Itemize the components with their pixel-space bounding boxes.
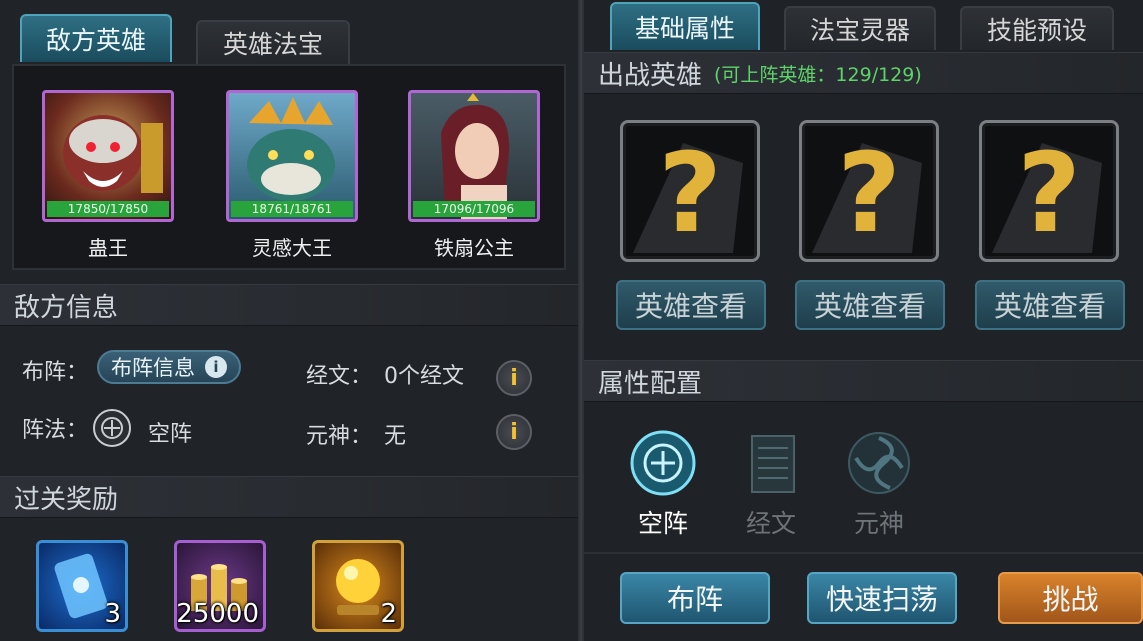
reward-item[interactable]: 3 bbox=[36, 540, 128, 632]
tab-enemy-heroes[interactable]: 敌方英雄 bbox=[20, 14, 172, 62]
hero-portrait: 18761/18761 bbox=[226, 90, 358, 222]
enemy-hero-card[interactable]: 18761/18761 灵感大王 bbox=[226, 90, 358, 261]
formation-info-button[interactable]: 布阵信息 i bbox=[97, 350, 241, 384]
view-hero-button[interactable]: 英雄查看 bbox=[795, 280, 945, 330]
question-mark-icon: ? bbox=[812, 129, 922, 257]
attr-config-header: 属性配置 bbox=[584, 360, 1143, 402]
attr-label: 空阵 bbox=[637, 509, 688, 538]
info-icon: i bbox=[205, 356, 227, 378]
available-heroes-count: (可上阵英雄：129/129) bbox=[714, 63, 922, 86]
formation-label: 布阵： bbox=[22, 360, 89, 385]
attr-scripture[interactable]: 经文 bbox=[726, 428, 816, 540]
formation-button[interactable]: 布阵 bbox=[620, 572, 770, 624]
section-title: 出战英雄 bbox=[598, 60, 703, 91]
reward-item[interactable]: 25000 bbox=[174, 540, 266, 632]
formation-info-label: 布阵信息 bbox=[111, 356, 195, 380]
attr-spirit[interactable]: 元神 bbox=[834, 428, 924, 540]
enemy-hero-card[interactable]: 17850/17850 蛊王 bbox=[42, 90, 174, 261]
hp-bar: 17850/17850 bbox=[47, 201, 169, 217]
scripture-value: 0个经文 bbox=[384, 364, 464, 389]
hero-portrait: 17850/17850 bbox=[42, 90, 174, 222]
hero-slot[interactable]: ? bbox=[979, 120, 1119, 262]
section-title: 敌方信息 bbox=[14, 292, 119, 323]
tab-basic-attributes[interactable]: 基础属性 bbox=[610, 2, 760, 50]
spirit-info-button[interactable]: i bbox=[496, 414, 532, 450]
hero-name: 蛊王 bbox=[88, 236, 128, 260]
tab-hero-treasure[interactable]: 英雄法宝 bbox=[196, 20, 350, 64]
svg-text:?: ? bbox=[1017, 129, 1081, 257]
question-mark-icon: ? bbox=[633, 129, 743, 257]
view-hero-button[interactable]: 英雄查看 bbox=[616, 280, 766, 330]
hero-portrait: 17096/17096 bbox=[408, 90, 540, 222]
rewards-header: 过关奖励 bbox=[0, 476, 578, 518]
info-icon: i bbox=[510, 419, 518, 445]
scripture-info-button[interactable]: i bbox=[496, 360, 532, 396]
quick-sweep-button[interactable]: 快速扫荡 bbox=[807, 572, 957, 624]
enemy-panel: 敌方英雄 英雄法宝 17850/17850 蛊王 18761/18761 灵感大… bbox=[0, 0, 578, 641]
divider-line bbox=[584, 552, 1143, 554]
tab-treasure-artifacts[interactable]: 法宝灵器 bbox=[784, 6, 936, 50]
hp-bar: 18761/18761 bbox=[231, 201, 353, 217]
enemy-heroes-box: 17850/17850 蛊王 18761/18761 灵感大王 17096/17… bbox=[12, 64, 566, 270]
svg-text:?: ? bbox=[837, 129, 901, 257]
attr-label: 元神 bbox=[853, 509, 904, 538]
spirit-label: 元神： bbox=[306, 424, 373, 449]
spirit-swirl-icon bbox=[848, 432, 910, 494]
array-label: 阵法： bbox=[22, 418, 89, 443]
view-hero-button[interactable]: 英雄查看 bbox=[975, 280, 1125, 330]
attr-empty-array[interactable]: 空阵 bbox=[618, 428, 708, 540]
info-icon: i bbox=[510, 365, 518, 391]
reward-count: 25000 bbox=[176, 599, 259, 629]
reward-count: 2 bbox=[380, 599, 397, 629]
empty-array-icon bbox=[630, 430, 696, 496]
scripture-label: 经文： bbox=[306, 364, 373, 389]
reward-item[interactable]: 2 bbox=[312, 540, 404, 632]
svg-text:?: ? bbox=[658, 129, 722, 257]
enemy-info-header: 敌方信息 bbox=[0, 284, 578, 326]
hero-name: 灵感大王 bbox=[252, 236, 332, 260]
tab-skill-presets[interactable]: 技能预设 bbox=[960, 6, 1114, 50]
battle-panel: 基础属性 法宝灵器 技能预设 出战英雄 (可上阵英雄：129/129) ? ? … bbox=[584, 0, 1143, 641]
question-mark-icon: ? bbox=[992, 129, 1102, 257]
challenge-button[interactable]: 挑战 bbox=[998, 572, 1143, 624]
spirit-value: 无 bbox=[384, 424, 407, 449]
hero-name: 铁扇公主 bbox=[434, 236, 514, 260]
hero-slot[interactable]: ? bbox=[620, 120, 760, 262]
battle-heroes-header: 出战英雄 (可上阵英雄：129/129) bbox=[584, 52, 1143, 94]
section-title: 过关奖励 bbox=[14, 484, 119, 515]
scripture-book-icon bbox=[751, 435, 795, 493]
attr-label: 经文 bbox=[745, 509, 796, 538]
hp-bar: 17096/17096 bbox=[413, 201, 535, 217]
section-title: 属性配置 bbox=[598, 368, 703, 399]
array-value: 空阵 bbox=[148, 422, 193, 447]
reward-count: 3 bbox=[104, 599, 121, 629]
hero-slot[interactable]: ? bbox=[799, 120, 939, 262]
empty-array-icon bbox=[92, 408, 132, 448]
enemy-hero-card[interactable]: 17096/17096 铁扇公主 bbox=[408, 90, 540, 261]
